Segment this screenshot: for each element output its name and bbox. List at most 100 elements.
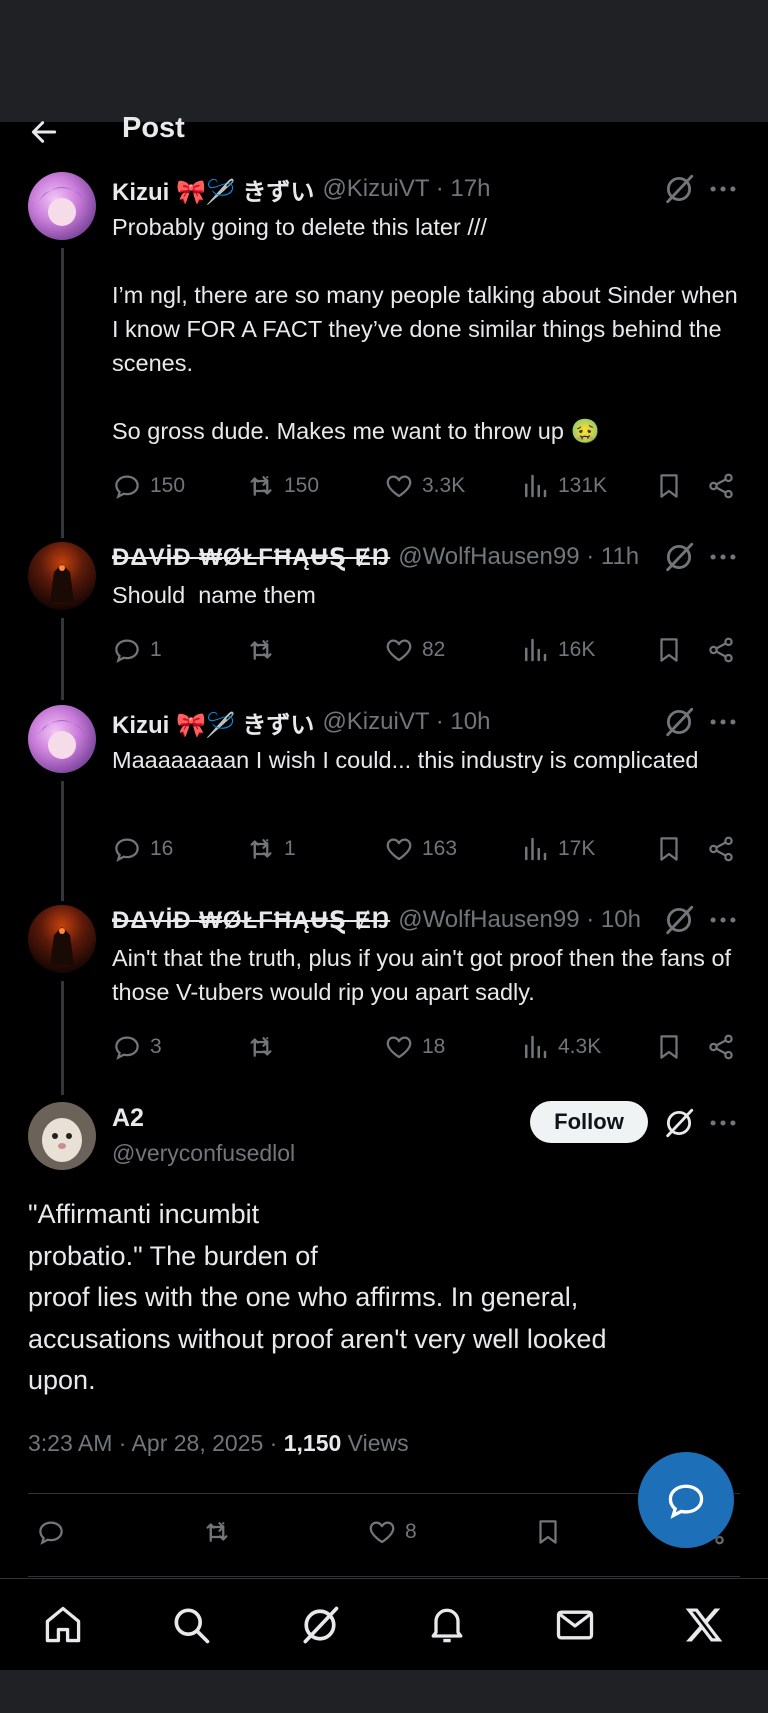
more-icon[interactable] — [706, 1106, 740, 1140]
share-button[interactable] — [706, 1029, 736, 1065]
thread-line — [61, 781, 64, 901]
heart-icon — [367, 1517, 397, 1547]
share-icon — [706, 834, 736, 864]
reply-button[interactable]: 16 — [112, 831, 173, 867]
like-button[interactable]: 8 — [367, 1514, 417, 1550]
thread-tweet-3[interactable]: Kizui 🎀🪡 きずい @KizuiVT · 10h Maaaaaaaan I… — [0, 705, 768, 901]
more-icon[interactable] — [706, 903, 740, 937]
handle-time[interactable]: @KizuiVT · 17h — [322, 175, 490, 203]
divider — [28, 1576, 740, 1577]
like-button[interactable]: 3.3K — [384, 468, 465, 504]
arrow-left-icon[interactable] — [28, 116, 60, 148]
display-name[interactable]: Kizui 🎀🪡 きずい — [112, 172, 314, 207]
bookmark-button[interactable] — [654, 1029, 684, 1065]
tweet-actions: 16 1 163 17K — [112, 831, 742, 867]
share-button[interactable] — [706, 831, 736, 867]
more-icon[interactable] — [706, 705, 740, 739]
views-icon — [520, 635, 550, 665]
handle[interactable]: @veryconfusedlol — [112, 1140, 295, 1167]
reply-icon — [112, 471, 142, 501]
reply-button[interactable]: 1 — [112, 632, 162, 668]
more-icon[interactable] — [706, 172, 740, 206]
bookmark-icon — [654, 834, 684, 864]
tweet-meta: ĐΔVİÐ ₩ØŁFĦĄɄⱾ ɆŊ @WolfHausen99 · 11h — [112, 540, 639, 574]
repost-icon — [246, 471, 276, 501]
grok-icon — [298, 1603, 342, 1647]
tweet-text: Ain't that the truth, plus if you ain't … — [112, 945, 738, 1005]
like-button[interactable]: 18 — [384, 1029, 445, 1065]
bookmark-icon — [654, 1032, 684, 1062]
system-nav-bar — [0, 1670, 768, 1713]
handle-time[interactable]: @KizuiVT · 10h — [322, 708, 490, 736]
grok-icon[interactable] — [662, 705, 696, 739]
thread-tweet-2[interactable]: ĐΔVİÐ ₩ØŁFĦĄɄⱾ ɆŊ @WolfHausen99 · 11h Sh… — [0, 540, 768, 700]
display-name[interactable]: ĐΔVİÐ ₩ØŁFĦĄɄⱾ ɆŊ — [112, 543, 390, 572]
avatar[interactable] — [28, 1102, 96, 1170]
tweet-actions: 150 150 3.3K 131K — [112, 468, 742, 504]
nav-notifications[interactable] — [423, 1601, 471, 1649]
like-button[interactable]: 82 — [384, 632, 445, 668]
heart-icon — [384, 471, 414, 501]
display-name[interactable]: Kizui 🎀🪡 きずい — [112, 705, 314, 740]
compose-reply-button[interactable] — [638, 1452, 734, 1548]
share-button[interactable] — [706, 632, 736, 668]
handle-time[interactable]: @WolfHausen99 · 10h — [398, 906, 641, 934]
repost-button[interactable] — [246, 1029, 284, 1065]
reply-button[interactable]: 3 — [112, 1029, 162, 1065]
display-name[interactable]: ĐΔVİÐ ₩ØŁFĦĄɄⱾ ɆŊ — [112, 906, 390, 935]
views-button[interactable]: 131K — [520, 468, 607, 504]
tweet-actions: 3 18 4.3K — [112, 1029, 742, 1065]
nav-search[interactable] — [167, 1601, 215, 1649]
repost-icon — [202, 1517, 232, 1547]
thread-tweet-1[interactable]: Kizui 🎀🪡 きずい @KizuiVT · 17h Probably goi… — [0, 172, 768, 542]
grok-icon[interactable] — [662, 540, 696, 574]
repost-button[interactable]: 1 — [246, 831, 296, 867]
repost-icon — [246, 635, 276, 665]
avatar[interactable] — [28, 542, 96, 610]
views-icon — [520, 1032, 550, 1062]
thread-line — [61, 981, 64, 1095]
tweet-actions: 1 82 16K — [112, 632, 742, 668]
follow-button[interactable]: Follow — [530, 1101, 648, 1143]
heart-icon — [384, 635, 414, 665]
repost-button[interactable] — [202, 1514, 232, 1550]
handle-time[interactable]: @WolfHausen99 · 11h — [398, 543, 639, 571]
reply-button[interactable]: 150 — [112, 468, 185, 504]
views-button[interactable]: 16K — [520, 632, 595, 668]
bookmark-button[interactable] — [533, 1514, 563, 1550]
bookmark-button[interactable] — [654, 632, 684, 668]
share-icon — [706, 635, 736, 665]
display-name[interactable]: A2 — [112, 1104, 144, 1133]
home-icon — [45, 1606, 81, 1643]
nav-grok[interactable] — [296, 1601, 344, 1649]
views-button[interactable]: 4.3K — [520, 1029, 601, 1065]
tweet-meta: Kizui 🎀🪡 きずい @KizuiVT · 10h — [112, 705, 490, 739]
thread-tweet-4[interactable]: ĐΔVİÐ ₩ØŁFĦĄɄⱾ ɆŊ @WolfHausen99 · 10h Ai… — [0, 903, 768, 1095]
avatar[interactable] — [28, 172, 96, 240]
nav-x-logo[interactable] — [680, 1601, 728, 1649]
bookmark-button[interactable] — [654, 468, 684, 504]
page-title: Post — [122, 112, 185, 144]
grok-icon[interactable] — [662, 172, 696, 206]
like-button[interactable]: 163 — [384, 831, 457, 867]
avatar[interactable] — [28, 705, 96, 773]
status-bar-area — [0, 0, 768, 122]
reply-button[interactable] — [36, 1514, 66, 1550]
bookmark-icon — [654, 471, 684, 501]
grok-icon[interactable] — [662, 1106, 696, 1140]
nav-messages[interactable] — [551, 1601, 599, 1649]
views-button[interactable]: 17K — [520, 831, 595, 867]
tweet-text: Should name them — [112, 582, 316, 608]
repost-button[interactable]: 150 — [246, 468, 319, 504]
bottom-nav — [0, 1578, 768, 1670]
bookmark-button[interactable] — [654, 831, 684, 867]
post-header: Post — [0, 108, 768, 148]
more-icon[interactable] — [706, 540, 740, 574]
views-icon — [520, 834, 550, 864]
share-button[interactable] — [706, 468, 736, 504]
tweet-text: Probably going to delete this later /// … — [112, 214, 738, 444]
nav-home[interactable] — [39, 1601, 87, 1649]
repost-button[interactable] — [246, 632, 284, 668]
grok-icon[interactable] — [662, 903, 696, 937]
avatar[interactable] — [28, 905, 96, 973]
